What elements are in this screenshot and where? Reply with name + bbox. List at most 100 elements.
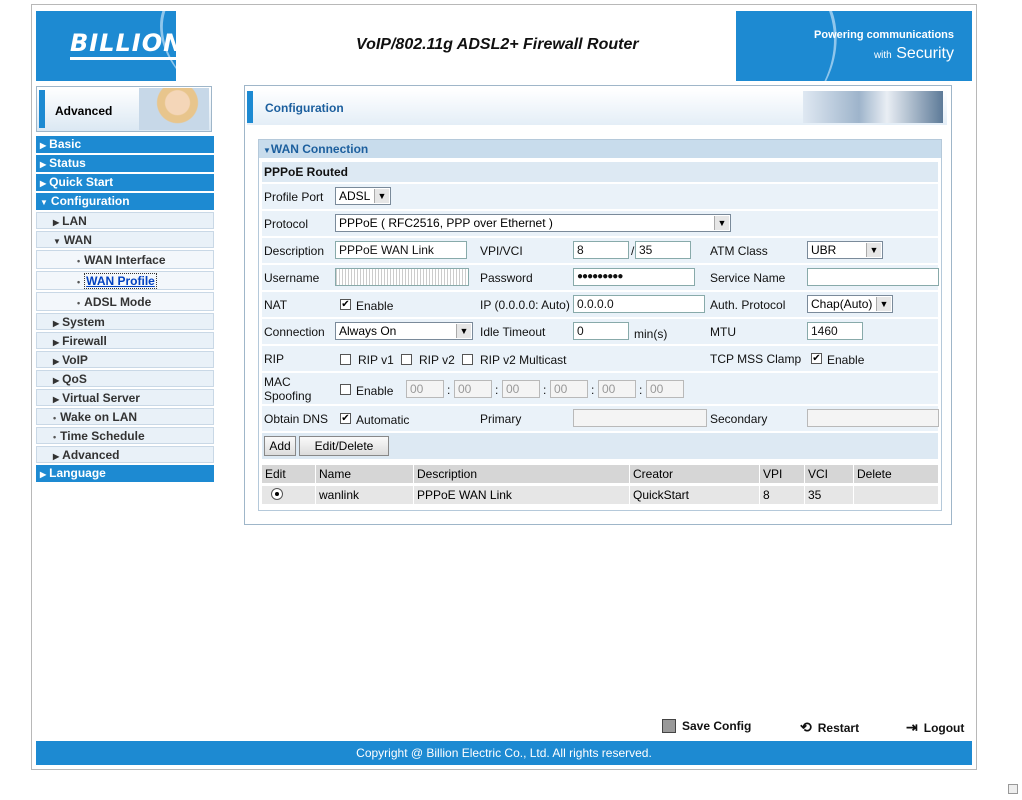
mac-spoofing-enable-label: Enable xyxy=(356,384,394,398)
wan-connection-panel: ▼WAN Connection PPPoE Routed Profile Por… xyxy=(258,139,942,511)
protocol-select[interactable]: PPPoE ( RFC2516, PPP over Ethernet ) ▼ xyxy=(335,214,731,232)
description-label: Description xyxy=(264,244,325,258)
office-photo xyxy=(803,91,943,123)
sidebar-item-voip[interactable]: ▶ VoIP xyxy=(36,351,214,368)
bullet-icon: • xyxy=(53,432,57,442)
edit-radio[interactable] xyxy=(271,488,283,500)
idle-timeout-input[interactable]: 0 xyxy=(573,322,629,340)
sidebar-item-virtual-server[interactable]: ▶ Virtual Server xyxy=(36,389,214,406)
idle-timeout-label: Idle Timeout xyxy=(480,325,546,339)
chevron-right-icon: ▶ xyxy=(53,218,60,227)
profile-port-select[interactable]: ADSL ▼ xyxy=(335,187,391,205)
rip-v1-label: RIP v1 xyxy=(358,353,394,367)
chevron-down-icon: ▼ xyxy=(876,297,891,311)
username-input[interactable] xyxy=(335,268,469,286)
rip-v2-checkbox[interactable] xyxy=(401,354,412,365)
rip-v1-checkbox[interactable] xyxy=(340,354,351,365)
chevron-right-icon: ▶ xyxy=(40,160,47,169)
sidebar-item-configuration[interactable]: ▼ Configuration xyxy=(36,193,214,210)
mac-octet-1-input[interactable]: 00 xyxy=(406,380,444,398)
sidebar-item-basic[interactable]: ▶ Basic xyxy=(36,136,214,153)
sidebar-item-quick-start[interactable]: ▶ Quick Start xyxy=(36,174,214,191)
mac-spoofing-label-line2: Spoofing xyxy=(264,389,312,403)
dns-automatic-label: Automatic xyxy=(356,413,410,427)
rip-v2-multicast-label: RIP v2 Multicast xyxy=(480,353,567,367)
logout-icon: ⇥ xyxy=(906,719,918,735)
ip-label: IP (0.0.0.0: Auto) xyxy=(480,298,570,312)
vpi-input[interactable]: 8 xyxy=(573,241,629,259)
password-label: Password xyxy=(480,271,533,285)
save-config-button[interactable]: Save Config xyxy=(662,719,751,733)
logout-button[interactable]: ⇥ Logout xyxy=(906,719,964,736)
router-title: VoIP/802.11g ADSL2+ Firewall Router xyxy=(356,36,639,53)
mac-octet-2-input[interactable]: 00 xyxy=(454,380,492,398)
sidebar-item-lan[interactable]: ▶ LAN xyxy=(36,212,214,229)
secondary-dns-label: Secondary xyxy=(710,412,768,426)
atm-class-select[interactable]: UBR ▼ xyxy=(807,241,883,259)
vci-input[interactable]: 35 xyxy=(635,241,691,259)
vpi-vci-separator: / xyxy=(631,244,635,258)
password-input[interactable]: ●●●●●●●●● xyxy=(573,268,695,286)
sidebar-item-qos[interactable]: ▶ QoS xyxy=(36,370,214,387)
connection-select[interactable]: Always On ▼ xyxy=(335,322,473,340)
chevron-right-icon: ▶ xyxy=(53,395,60,404)
sidebar-item-wan[interactable]: ▼ WAN xyxy=(36,231,214,248)
ip-input[interactable]: 0.0.0.0 xyxy=(573,295,705,313)
add-button[interactable]: Add xyxy=(264,436,296,456)
column-header-vci: VCI xyxy=(805,465,853,483)
section-title: Configuration xyxy=(265,101,344,115)
nat-enable-checkbox[interactable]: ✔ xyxy=(340,299,351,310)
wan-connection-header[interactable]: ▼WAN Connection xyxy=(259,140,941,158)
bullet-icon: • xyxy=(77,277,81,287)
service-name-label: Service Name xyxy=(710,271,786,285)
chevron-right-icon: ▶ xyxy=(53,376,60,385)
sidebar-item-adsl-mode[interactable]: • ADSL Mode xyxy=(36,292,214,311)
sidebar-item-wan-profile[interactable]: • WAN Profile xyxy=(36,271,214,290)
chevron-right-icon: ▶ xyxy=(53,338,60,347)
mode-label: Advanced xyxy=(55,104,113,118)
sidebar-item-time-schedule[interactable]: • Time Schedule xyxy=(36,427,214,444)
tcp-mss-enable-checkbox[interactable]: ✔ xyxy=(811,353,822,364)
description-input[interactable]: PPPoE WAN Link xyxy=(335,241,467,259)
cell-delete xyxy=(854,486,938,504)
sidebar-item-status[interactable]: ▶ Status xyxy=(36,155,214,172)
rip-label: RIP xyxy=(264,352,285,366)
window-resize-handle[interactable] xyxy=(1008,784,1018,794)
idle-timeout-unit: min(s) xyxy=(634,327,668,341)
cell-vpi: 8 xyxy=(760,486,804,504)
edit-cell xyxy=(262,486,315,504)
service-name-input[interactable] xyxy=(807,268,939,286)
chevron-right-icon: ▶ xyxy=(40,179,47,188)
primary-dns-input[interactable] xyxy=(573,409,707,427)
auth-protocol-select[interactable]: Chap(Auto) ▼ xyxy=(807,295,893,313)
panel-title: WAN Connection xyxy=(270,142,369,156)
nat-label: NAT xyxy=(264,298,288,312)
sidebar-item-firewall[interactable]: ▶ Firewall xyxy=(36,332,214,349)
mac-spoofing-checkbox[interactable] xyxy=(340,384,351,395)
mac-octet-3-input[interactable]: 00 xyxy=(502,380,540,398)
sidebar-item-system[interactable]: ▶ System xyxy=(36,313,214,330)
mac-octet-6-input[interactable]: 00 xyxy=(646,380,684,398)
sidebar-item-advanced[interactable]: ▶ Advanced xyxy=(36,446,214,463)
restart-button[interactable]: ⟲ Restart xyxy=(800,719,859,736)
chevron-down-icon: ▼ xyxy=(866,243,881,257)
mac-octet-4-input[interactable]: 00 xyxy=(550,380,588,398)
column-header-description: Description xyxy=(414,465,629,483)
edit-delete-button[interactable]: Edit/Delete xyxy=(299,436,389,456)
rip-v2-multicast-checkbox[interactable] xyxy=(462,354,473,365)
secondary-dns-input[interactable] xyxy=(807,409,939,427)
subheading-row: PPPoE Routed xyxy=(262,162,938,182)
row-description: Description PPPoE WAN Link VPI/VCI 8 / 3… xyxy=(262,238,938,263)
sidebar-item-wake-on-lan[interactable]: • Wake on LAN xyxy=(36,408,214,425)
mtu-input[interactable]: 1460 xyxy=(807,322,863,340)
mac-octet-5-input[interactable]: 00 xyxy=(598,380,636,398)
sidebar-item-language[interactable]: ▶ Language xyxy=(36,465,214,482)
atm-class-label: ATM Class xyxy=(710,244,768,258)
column-header-creator: Creator xyxy=(630,465,759,483)
cell-creator: QuickStart xyxy=(630,486,759,504)
header-banner: BILLION VoIP/802.11g ADSL2+ Firewall Rou… xyxy=(36,11,972,81)
mac-spoofing-label: MAC xyxy=(264,375,291,389)
sidebar-item-wan-interface[interactable]: • WAN Interface xyxy=(36,250,214,269)
router-page-frame: BILLION VoIP/802.11g ADSL2+ Firewall Rou… xyxy=(31,4,977,770)
dns-automatic-checkbox[interactable]: ✔ xyxy=(340,413,351,424)
